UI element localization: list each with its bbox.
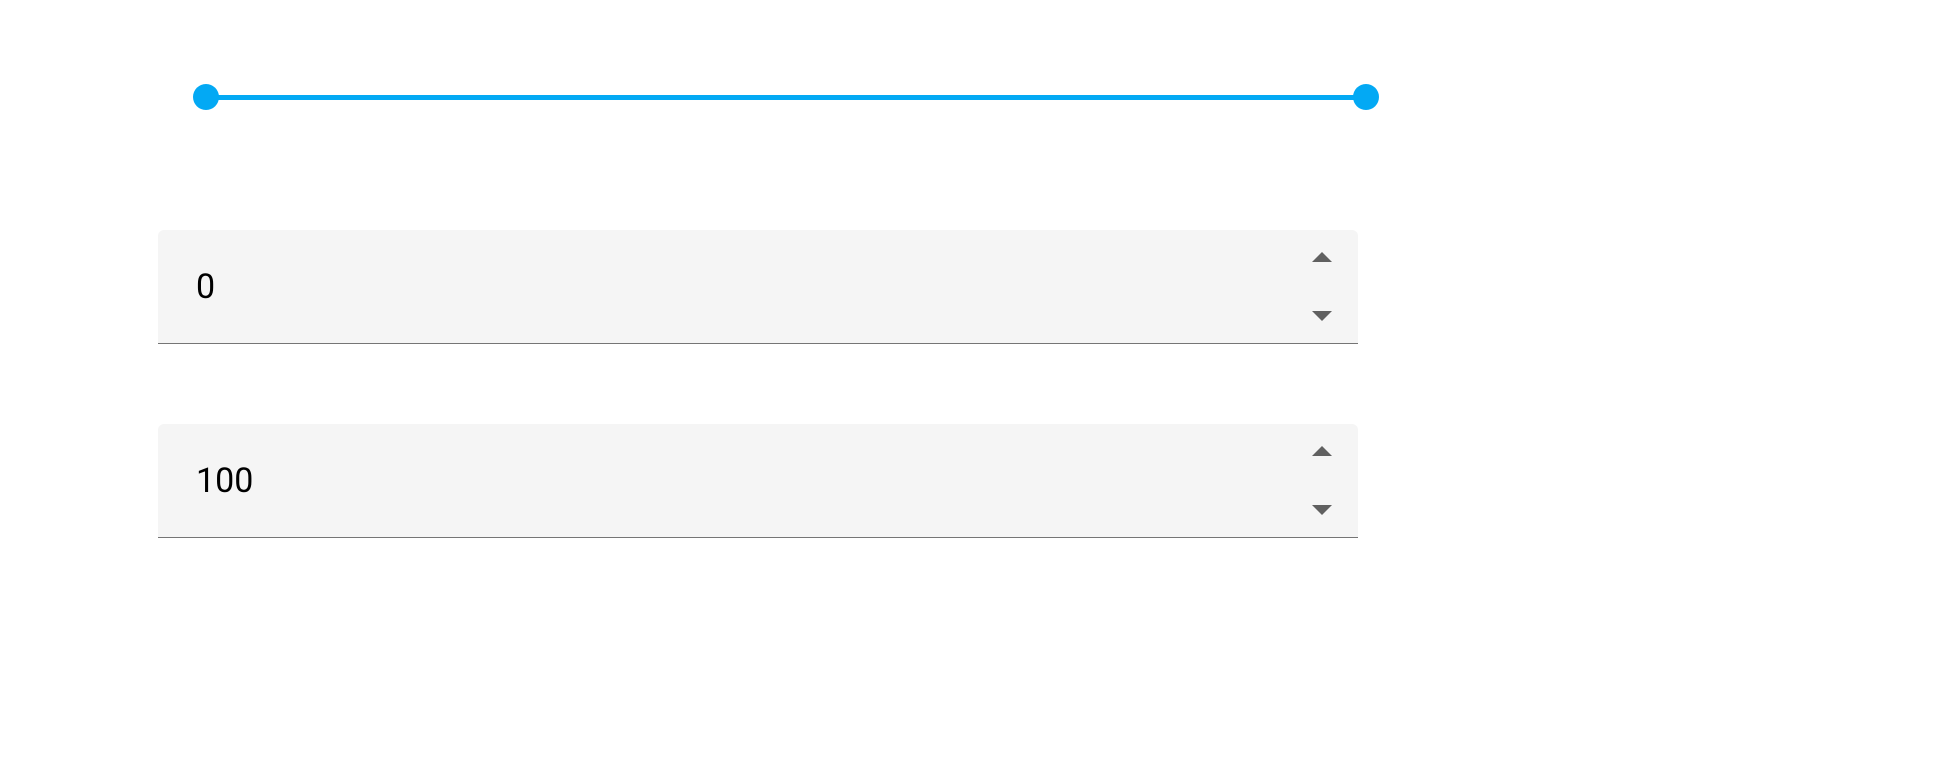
caret-down-icon[interactable] bbox=[1312, 505, 1332, 515]
min-value-stepper bbox=[1308, 230, 1336, 343]
range-slider-form: 0 100 bbox=[158, 0, 1358, 538]
min-value-input[interactable]: 0 bbox=[196, 267, 1298, 307]
min-value-field[interactable]: 0 bbox=[158, 230, 1358, 344]
caret-up-icon[interactable] bbox=[1312, 446, 1332, 456]
max-value-stepper bbox=[1308, 424, 1336, 537]
slider-thumb-max[interactable] bbox=[1353, 84, 1379, 110]
range-slider[interactable] bbox=[206, 82, 1366, 112]
slider-track bbox=[206, 95, 1366, 100]
caret-down-icon[interactable] bbox=[1312, 311, 1332, 321]
slider-thumb-min[interactable] bbox=[193, 84, 219, 110]
max-value-field[interactable]: 100 bbox=[158, 424, 1358, 538]
caret-up-icon[interactable] bbox=[1312, 252, 1332, 262]
max-value-input[interactable]: 100 bbox=[196, 461, 1298, 501]
